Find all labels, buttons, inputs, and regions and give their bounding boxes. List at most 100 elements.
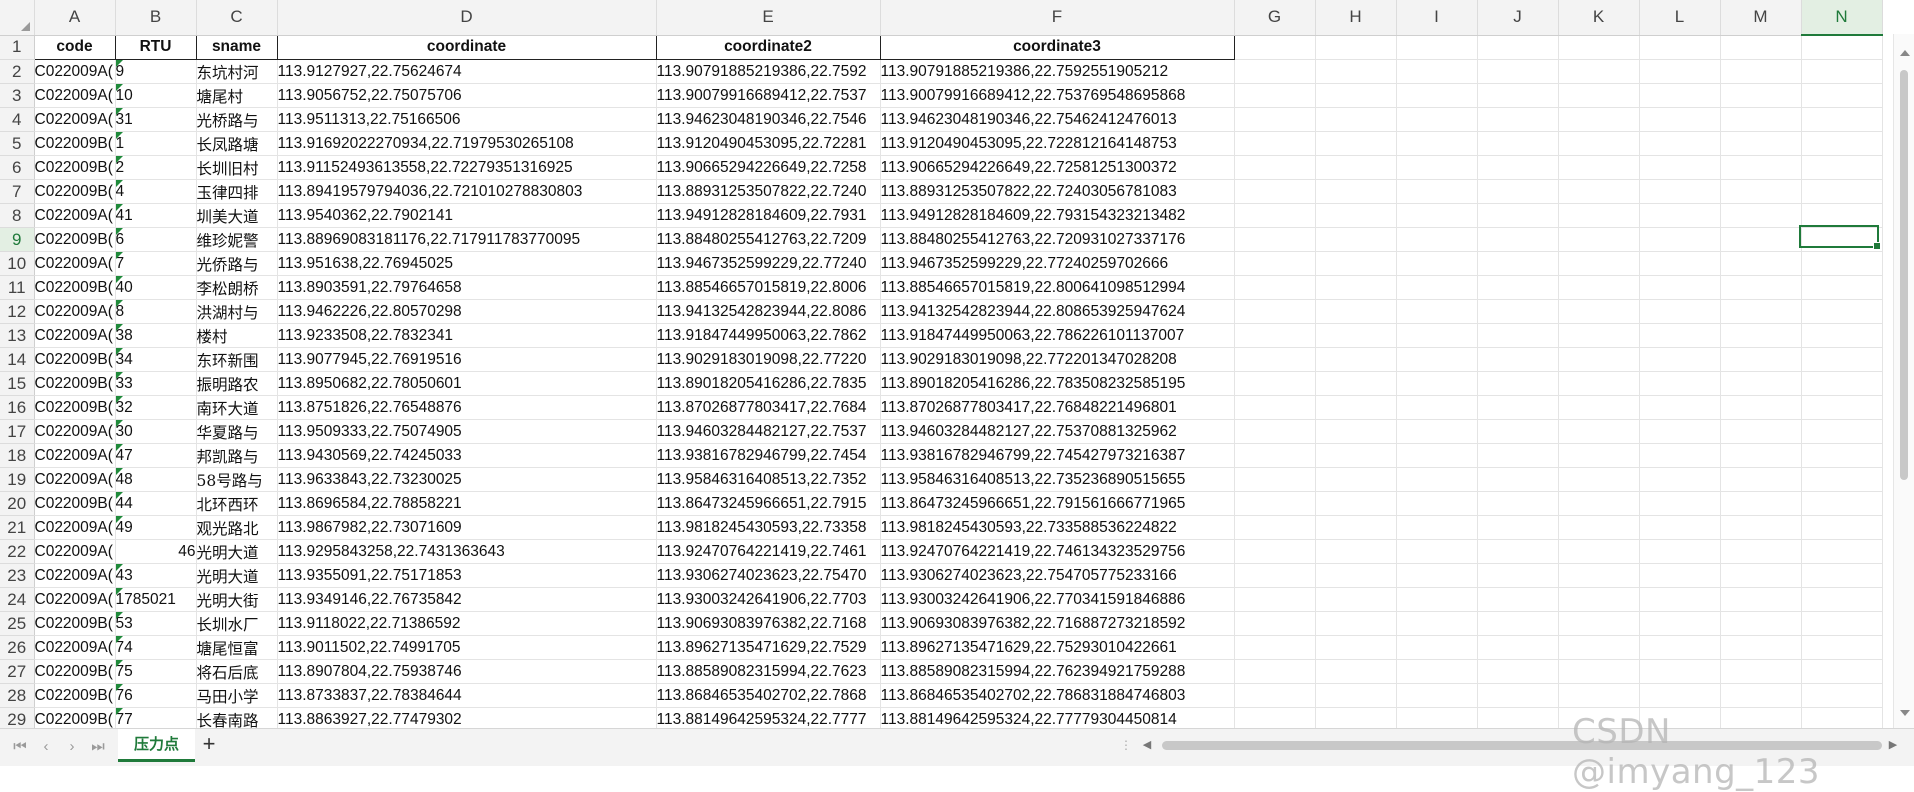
row-header[interactable]: 1 (0, 35, 35, 60)
column-header-j[interactable]: J (1477, 0, 1559, 36)
sheet-tab-pressure-points[interactable]: 压力点 (118, 729, 196, 762)
cell-c[interactable]: 长圳水厂 (196, 611, 278, 636)
cell-e[interactable]: 113.94132542823944,22.8086 (656, 299, 881, 324)
empty-cell[interactable] (1477, 203, 1559, 228)
cell-d[interactable]: 113.8903591,22.79764658 (277, 275, 657, 300)
empty-cell[interactable] (1234, 659, 1316, 684)
empty-cell[interactable] (1396, 467, 1478, 492)
cell-e[interactable]: 113.90079916689412,22.7537 (656, 83, 881, 108)
column-header-i[interactable]: I (1396, 0, 1478, 36)
empty-cell[interactable] (1315, 491, 1397, 516)
empty-cell[interactable] (1801, 179, 1883, 204)
empty-cell[interactable] (1396, 395, 1478, 420)
cell-a[interactable]: C022009B( (34, 155, 116, 180)
empty-cell[interactable] (1720, 491, 1802, 516)
empty-cell[interactable] (1477, 227, 1559, 252)
empty-cell[interactable] (1315, 107, 1397, 132)
cell-f[interactable]: 113.87026877803417,22.76848221496801 (880, 395, 1235, 420)
cell-b[interactable]: 48 (115, 467, 197, 492)
empty-cell[interactable] (1720, 395, 1802, 420)
row-header[interactable]: 29 (0, 707, 35, 728)
empty-cell[interactable] (1477, 107, 1559, 132)
cell-e[interactable]: 113.93003242641906,22.7703 (656, 587, 881, 612)
empty-cell[interactable] (1558, 155, 1640, 180)
empty-cell[interactable] (1315, 707, 1397, 728)
cell-b[interactable]: 38 (115, 323, 197, 348)
cell-e[interactable]: 113.88480255412763,22.7209 (656, 227, 881, 252)
empty-cell[interactable] (1558, 323, 1640, 348)
cell-d[interactable]: 113.9295843258,22.7431363643 (277, 539, 657, 564)
cell-d[interactable]: 113.8907804,22.75938746 (277, 659, 657, 684)
empty-cell[interactable] (1315, 635, 1397, 660)
cell-d[interactable]: 113.9462226,22.80570298 (277, 299, 657, 324)
empty-cell[interactable] (1315, 347, 1397, 372)
empty-cell[interactable] (1801, 467, 1883, 492)
empty-cell[interactable] (1720, 515, 1802, 540)
empty-cell[interactable] (1639, 275, 1721, 300)
empty-cell[interactable] (1558, 275, 1640, 300)
cell-f[interactable]: 113.86846535402702,22.786831884746803 (880, 683, 1235, 708)
cell-c[interactable]: 南环大道 (196, 395, 278, 420)
empty-cell[interactable] (1396, 491, 1478, 516)
cell-c[interactable]: 邦凯路与 (196, 443, 278, 468)
cell-d[interactable]: 113.8863927,22.77479302 (277, 707, 657, 728)
empty-cell[interactable] (1315, 251, 1397, 276)
cell-a[interactable]: C022009A( (34, 587, 116, 612)
cell-c[interactable]: 长圳旧村 (196, 155, 278, 180)
cell-d[interactable]: 113.91152493613558,22.72279351316925 (277, 155, 657, 180)
cell-a[interactable]: C022009B( (34, 491, 116, 516)
cell-b[interactable]: 32 (115, 395, 197, 420)
empty-cell[interactable] (1720, 539, 1802, 564)
empty-cell[interactable] (1639, 395, 1721, 420)
next-sheet-icon[interactable]: › (62, 737, 82, 757)
row-header[interactable]: 9 (0, 227, 35, 252)
empty-cell[interactable] (1639, 131, 1721, 156)
empty-cell[interactable] (1720, 155, 1802, 180)
empty-cell[interactable] (1639, 227, 1721, 252)
empty-cell[interactable] (1801, 35, 1883, 60)
empty-cell[interactable] (1558, 659, 1640, 684)
cell-c[interactable]: 光明大道 (196, 539, 278, 564)
cell-a[interactable]: C022009A( (34, 539, 116, 564)
cell-d[interactable]: 113.9509333,22.75074905 (277, 419, 657, 444)
empty-cell[interactable] (1315, 683, 1397, 708)
empty-cell[interactable] (1396, 539, 1478, 564)
cell-f[interactable]: 113.90693083976382,22.716887273218592 (880, 611, 1235, 636)
cell-f[interactable]: 113.88149642595324,22.77779304450814 (880, 707, 1235, 728)
active-cell-selection[interactable] (1799, 225, 1881, 250)
row-header[interactable]: 17 (0, 419, 35, 444)
cell-c[interactable]: 光桥路与 (196, 107, 278, 132)
empty-cell[interactable] (1315, 83, 1397, 108)
empty-cell[interactable] (1234, 179, 1316, 204)
empty-cell[interactable] (1720, 107, 1802, 132)
empty-cell[interactable] (1234, 707, 1316, 728)
empty-cell[interactable] (1720, 35, 1802, 60)
empty-cell[interactable] (1315, 227, 1397, 252)
empty-cell[interactable] (1558, 587, 1640, 612)
cell-b[interactable]: 43 (115, 563, 197, 588)
cell-a[interactable]: C022009B( (34, 275, 116, 300)
cell-c[interactable]: 塘尾村 (196, 83, 278, 108)
empty-cell[interactable] (1477, 587, 1559, 612)
empty-cell[interactable] (1396, 347, 1478, 372)
cell-b[interactable]: 33 (115, 371, 197, 396)
empty-cell[interactable] (1558, 131, 1640, 156)
cell-e[interactable]: 113.89018205416286,22.7835 (656, 371, 881, 396)
cell-b[interactable]: 31 (115, 107, 197, 132)
cell-a[interactable]: C022009A( (34, 635, 116, 660)
cell-a[interactable]: C022009B( (34, 611, 116, 636)
empty-cell[interactable] (1801, 611, 1883, 636)
empty-cell[interactable] (1558, 35, 1640, 60)
row-header[interactable]: 7 (0, 179, 35, 204)
cell-f[interactable]: 113.90079916689412,22.753769548695868 (880, 83, 1235, 108)
cell-c[interactable]: 马田小学 (196, 683, 278, 708)
cell-a[interactable]: C022009A( (34, 299, 116, 324)
cell-c[interactable]: 楼村 (196, 323, 278, 348)
empty-cell[interactable] (1396, 659, 1478, 684)
cell-c[interactable]: 58号路与 (196, 467, 278, 492)
row-header[interactable]: 15 (0, 371, 35, 396)
empty-cell[interactable] (1234, 251, 1316, 276)
cell-f[interactable]: 113.88480255412763,22.720931027337176 (880, 227, 1235, 252)
empty-cell[interactable] (1801, 83, 1883, 108)
cell-f[interactable]: 113.90791885219386,22.7592551905212 (880, 59, 1235, 84)
